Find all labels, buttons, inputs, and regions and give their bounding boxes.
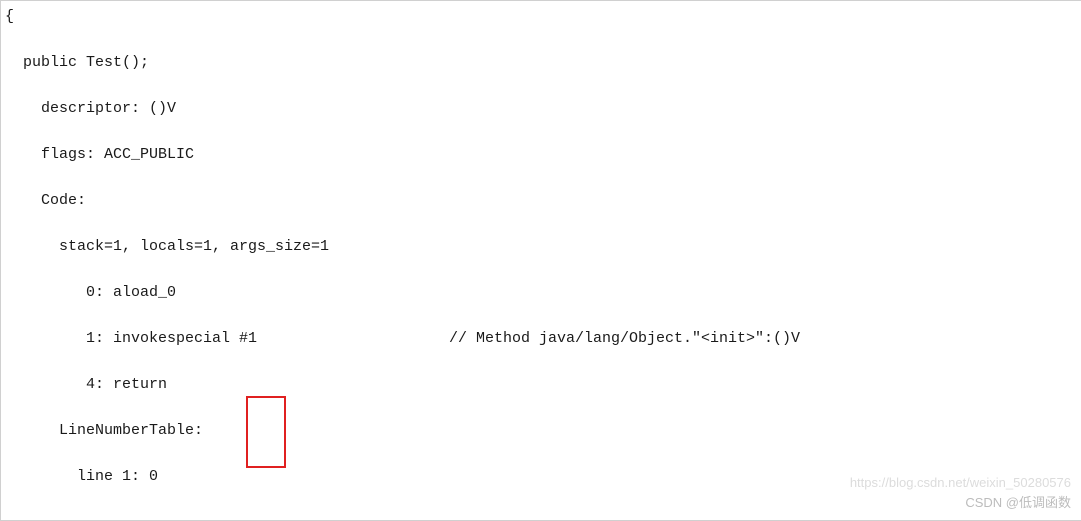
code-line: LineNumberTable:	[5, 419, 1081, 442]
comment: // Method java/lang/Object."<init>":()V	[449, 327, 800, 350]
code-line: stack=1, locals=1, args_size=1	[5, 235, 1081, 258]
code-line: descriptor: ()V	[5, 97, 1081, 120]
code-line: 0: aload_0	[5, 281, 1081, 304]
code-line: public Test();	[5, 51, 1081, 74]
bytecode-listing: { public Test(); descriptor: ()V flags: …	[5, 5, 1081, 521]
code-viewport: { public Test(); descriptor: ()V flags: …	[0, 0, 1081, 521]
code-line: 4: return	[5, 373, 1081, 396]
code-line: 1: invokespecial #1 // Method java/lang/O…	[5, 327, 1081, 350]
code-line: Code:	[5, 189, 1081, 212]
instr: 1: invokespecial #1	[5, 327, 257, 350]
code-line: flags: ACC_PUBLIC	[5, 143, 1081, 166]
code-line: {	[5, 5, 1081, 28]
code-line: line 1: 0	[5, 465, 1081, 488]
